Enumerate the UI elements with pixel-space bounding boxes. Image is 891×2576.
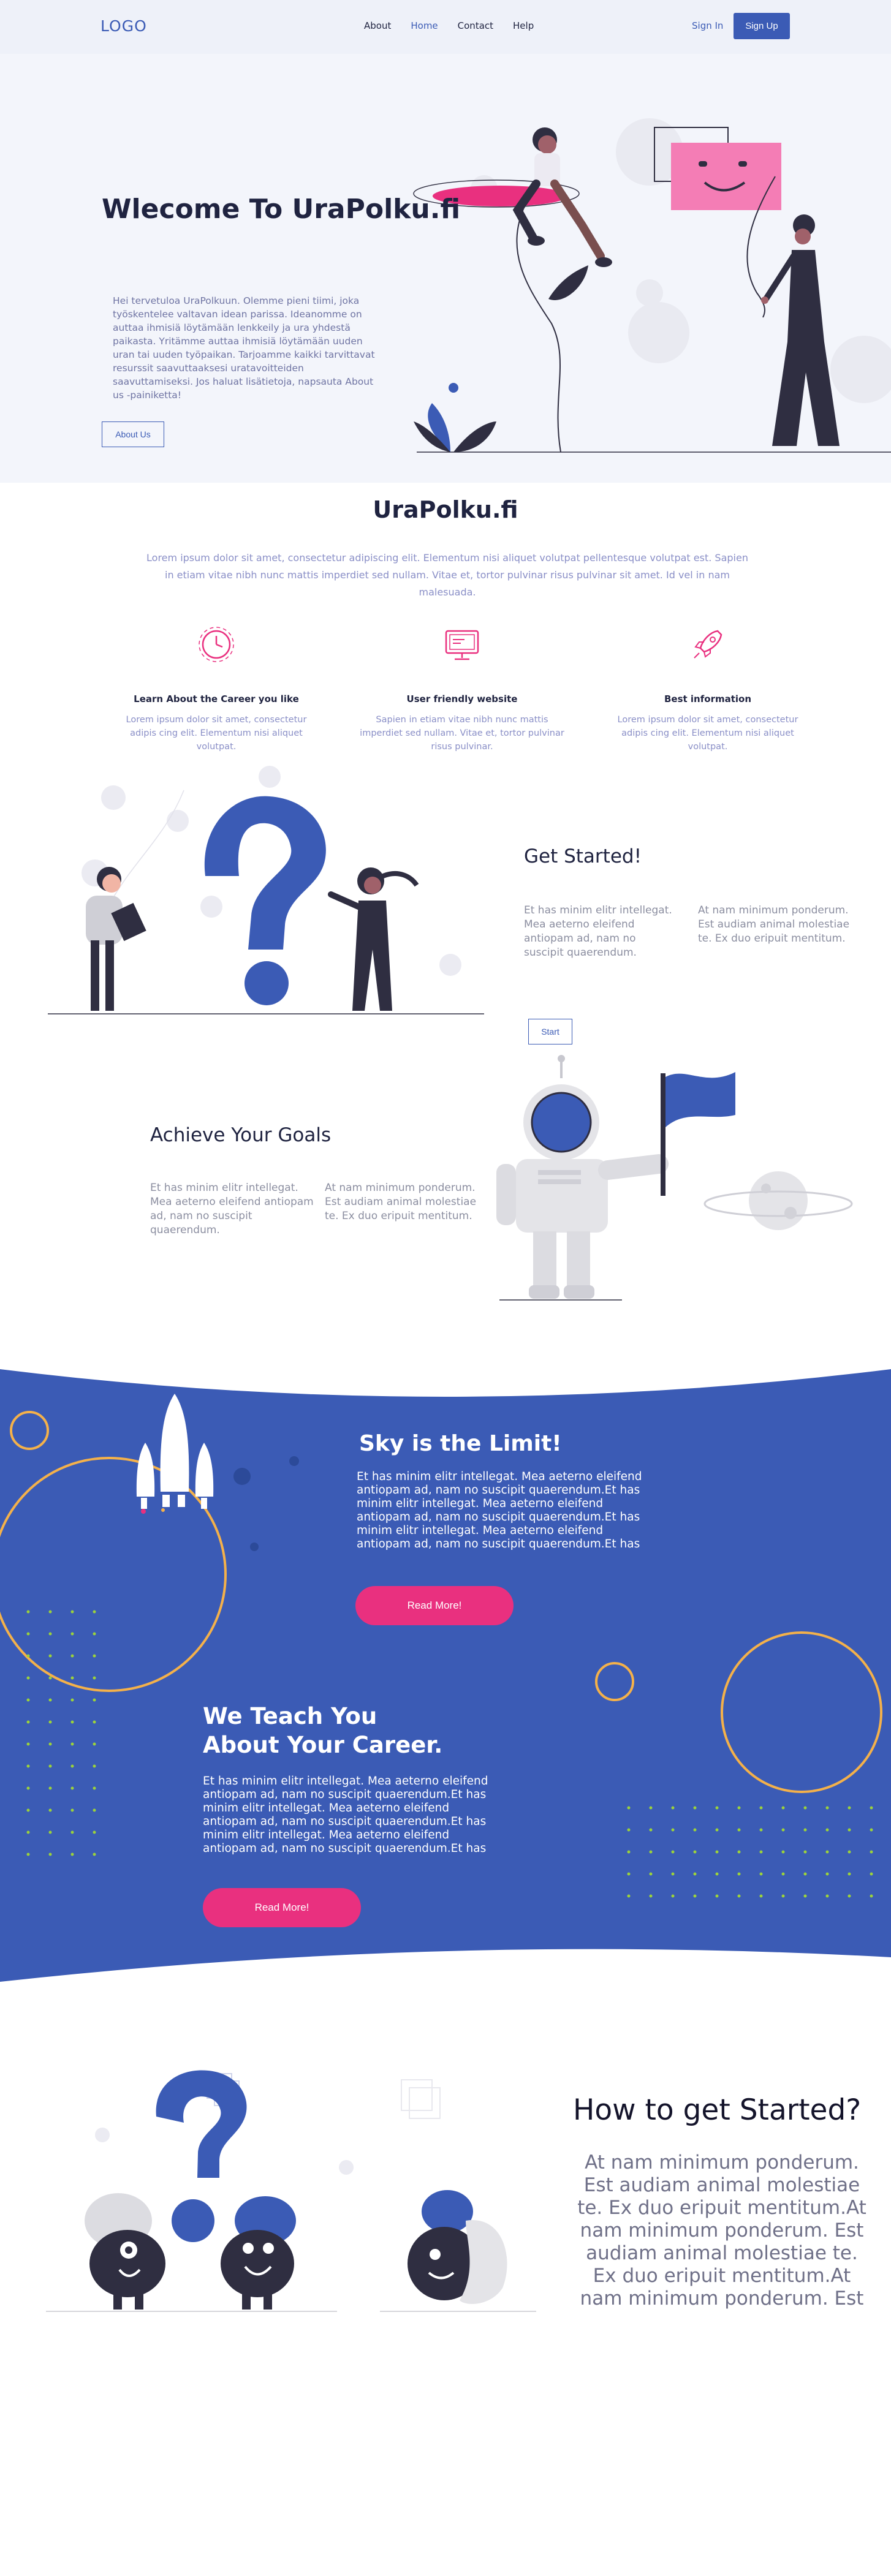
feature-text: Sapien in etiam vitae nibh nunc mattis i… bbox=[360, 715, 564, 752]
start-button[interactable]: Start bbox=[528, 1019, 572, 1044]
feature-information: Best information Lorem ipsum dolor sit a… bbox=[597, 625, 818, 754]
achieve-goals-text-2: At nam minimum ponderum. Est audiam anim… bbox=[325, 1182, 477, 1222]
feature-career: Learn About the Career you like Lorem ip… bbox=[106, 625, 327, 754]
feature-title: Learn About the Career you like bbox=[134, 693, 299, 704]
feature-text: Lorem ipsum dolor sit amet, consectetur … bbox=[126, 715, 307, 752]
hero-illustration bbox=[413, 118, 891, 453]
logo[interactable]: LOGO bbox=[100, 17, 147, 35]
green-dot-grid-right bbox=[627, 1806, 873, 1898]
hero-section: Wlecome To UraPolku.fi Hei tervetuloa Ur… bbox=[0, 54, 891, 483]
monitor-icon bbox=[445, 630, 479, 660]
teach-title: We Teach You About Your Career. bbox=[203, 1703, 443, 1758]
feature-title: Best information bbox=[664, 693, 752, 704]
read-more-button-sky[interactable]: Read More! bbox=[355, 1586, 514, 1625]
page: LOGO About Home Contact Help Sign In Sig… bbox=[0, 0, 891, 2576]
get-started-text-2: At nam minimum ponderum. Est audiam anim… bbox=[698, 904, 850, 945]
rocket-icon bbox=[694, 630, 722, 659]
green-dot-grid-left bbox=[26, 1610, 96, 1856]
intro-text: Lorem ipsum dolor sit amet, consectetur … bbox=[146, 552, 748, 598]
clock-icon bbox=[199, 627, 234, 662]
feature-title: User friendly website bbox=[406, 693, 518, 704]
sky-text: Et has minim elitr intellegat. Mea aeter… bbox=[357, 1470, 642, 1551]
get-started-title: Get Started! bbox=[524, 845, 642, 867]
teach-text: Et has minim elitr intellegat. Mea aeter… bbox=[203, 1775, 488, 1855]
feature-website: User friendly website Sapien in etiam vi… bbox=[352, 625, 572, 754]
read-more-button-teach[interactable]: Read More! bbox=[203, 1888, 361, 1927]
nav-links: About Home Contact Help bbox=[364, 20, 553, 31]
nav-link-contact[interactable]: Contact bbox=[458, 20, 493, 31]
how-to-text: At nam minimum ponderum. Est audiam anim… bbox=[577, 2151, 866, 2310]
sky-title: Sky is the Limit! bbox=[359, 1431, 562, 1456]
monsters-illustration bbox=[46, 2070, 536, 2312]
achieve-goals-title: Achieve Your Goals bbox=[150, 1124, 332, 1146]
sign-in-link[interactable]: Sign In bbox=[692, 20, 723, 31]
astronaut-illustration bbox=[496, 1055, 853, 1301]
feature-text: Lorem ipsum dolor sit amet, consectetur … bbox=[617, 715, 798, 752]
top-navbar: LOGO About Home Contact Help Sign In Sig… bbox=[0, 0, 891, 54]
get-started-text-1: Et has minim elitr intellegat. Mea aeter… bbox=[524, 904, 672, 959]
sign-up-button[interactable]: Sign Up bbox=[734, 13, 790, 39]
nav-link-home[interactable]: Home bbox=[411, 20, 438, 31]
how-to-title: How to get Started? bbox=[573, 2093, 862, 2127]
nav-link-help[interactable]: Help bbox=[513, 20, 534, 31]
nav-link-about[interactable]: About bbox=[364, 20, 391, 31]
achieve-goals-text-1: Et has minim elitr intellegat. Mea aeter… bbox=[150, 1182, 314, 1236]
hero-text: Hei tervetuloa UraPolkuun. Olemme pieni … bbox=[113, 295, 375, 401]
hero-title: Wlecome To UraPolku.fi bbox=[102, 194, 461, 225]
about-us-button[interactable]: About Us bbox=[102, 421, 164, 447]
intro-title: UraPolku.fi bbox=[373, 496, 518, 523]
question-illustration bbox=[48, 766, 484, 1014]
